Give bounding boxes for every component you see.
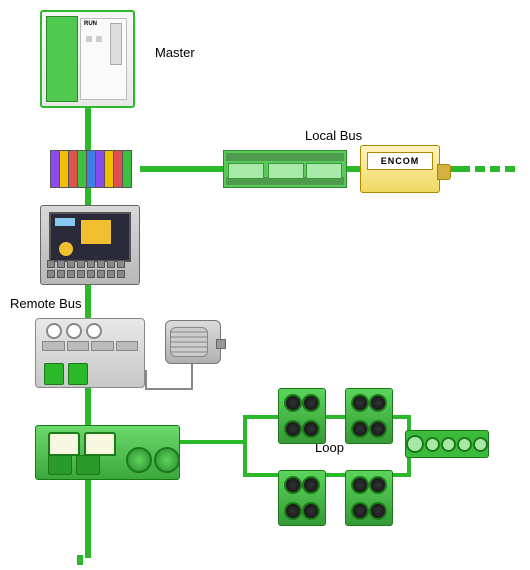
connector-port (425, 437, 440, 452)
loop-node (345, 388, 393, 444)
encom-encoder: ENCOM (360, 145, 440, 193)
io-terminal-box (35, 318, 145, 388)
loop-node (278, 388, 326, 444)
encom-brand: ENCOM (367, 152, 433, 170)
connector-port (457, 437, 472, 452)
master-label: Master (155, 45, 195, 60)
connector-port (406, 435, 424, 453)
remotebus-label: Remote Bus (10, 296, 82, 311)
motor-cable (145, 388, 193, 390)
local-bus-dash (475, 166, 520, 180)
remote-bus-dash (69, 555, 83, 570)
hmi-panel (40, 205, 140, 285)
master-plc: RUN (40, 10, 135, 108)
loop-wire (243, 415, 247, 475)
loop-wire (324, 473, 346, 477)
localbus-label: Local Bus (305, 128, 362, 143)
loop-wire (243, 415, 278, 419)
connector-strip (405, 430, 489, 458)
power-supply-box (35, 425, 180, 480)
localbus-coupler (223, 150, 347, 188)
loop-wire (243, 473, 278, 477)
motor-cable (145, 370, 147, 390)
connector-port (441, 437, 456, 452)
loop-node (278, 470, 326, 526)
motor (165, 320, 221, 364)
loop-wire (180, 440, 245, 444)
motor-cable (191, 362, 193, 390)
loop-node (345, 470, 393, 526)
loop-wire (324, 415, 346, 419)
connector-port (473, 437, 488, 452)
io-module-stack (50, 150, 140, 188)
